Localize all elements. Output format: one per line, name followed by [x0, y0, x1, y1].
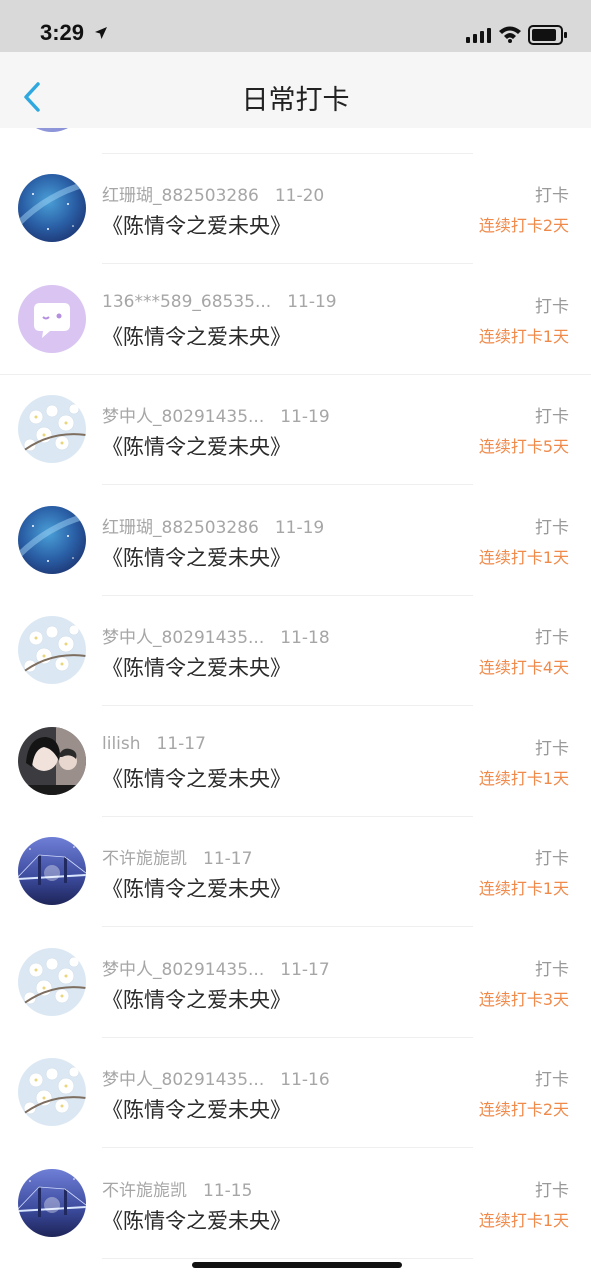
- checkin-type: 打卡: [535, 1070, 569, 1090]
- avatar[interactable]: [18, 395, 86, 463]
- checkin-date: 11-16: [280, 1070, 330, 1090]
- username: 梦中人_80291435...: [102, 628, 265, 648]
- username: 梦中人_80291435...: [102, 959, 265, 980]
- status-bar: 3:29: [0, 0, 591, 52]
- avatar[interactable]: [18, 1168, 86, 1237]
- avatar[interactable]: [18, 947, 86, 1016]
- list-item[interactable]: 红珊瑚_882503286 11-20 《陈情令之爱未央》 打卡连续打卡2天: [0, 154, 591, 264]
- streak-label: 连续打卡4天: [478, 658, 569, 677]
- battery-icon: [528, 25, 567, 45]
- checkin-type: 打卡: [535, 1180, 569, 1201]
- checkin-date: 11-17: [203, 849, 253, 869]
- user-meta: 不许旎旎凯 11-15: [102, 1176, 252, 1201]
- checkin-type: 打卡: [535, 959, 569, 980]
- user-meta: lilish 11-17: [102, 734, 206, 754]
- list-item[interactable]: 梦中人_80291435... 11-17 《陈情令之爱未央》 打卡连续打卡3天: [0, 928, 591, 1038]
- streak-label: 连续打卡1天: [478, 768, 569, 788]
- wifi-icon: [499, 26, 521, 43]
- list-item[interactable]: 梦中人_80291435... 11-19 《陈情令之爱未央》 打卡连续打卡5天: [0, 375, 591, 485]
- checkin-date: 11-18: [280, 628, 330, 648]
- checkin-type: 打卡: [535, 738, 569, 759]
- checkin-date: 11-20: [274, 186, 325, 206]
- username: 不许旎旎凯: [102, 849, 187, 869]
- checkin-date: 11-15: [203, 1180, 253, 1201]
- user-meta: 梦中人_80291435... 11-16: [102, 1065, 330, 1090]
- username: 136***589_68535...: [102, 291, 272, 312]
- user-meta: 红珊瑚_882503286 11-20: [102, 181, 324, 206]
- checkin-type: 打卡: [535, 517, 569, 538]
- checkin-list[interactable]: 红珊瑚_882503286 11-20 《陈情令之爱未央》 打卡 连续打卡2天 136**…: [0, 128, 591, 1280]
- username: 梦中人_80291435...: [102, 407, 265, 427]
- avatar[interactable]: [18, 174, 86, 242]
- book-title: 《陈情令之爱未央》: [102, 656, 291, 680]
- user-meta: 不许旎旎凯 11-17: [102, 844, 252, 869]
- book-title: 《陈情令之爱未央》: [102, 435, 291, 459]
- home-indicator: [192, 1262, 402, 1268]
- nav-bar: 日常打卡: [0, 52, 591, 128]
- list-item[interactable]: 梦中人_80291435... 11-16 《陈情令之爱未央》 打卡连续打卡2天: [0, 1038, 591, 1148]
- streak-label: 连续打卡1天: [478, 879, 569, 898]
- list-item[interactable]: 红珊瑚_882503286 11-19 《陈情令之爱未央》 打卡连续打卡1天: [0, 486, 591, 596]
- book-title: 《陈情令之爱未央》: [102, 214, 291, 238]
- streak-label: 连续打卡1天: [478, 547, 569, 567]
- status-time: 3:29: [40, 20, 85, 45]
- book-title: 《陈情令之爱未央》: [102, 1208, 291, 1233]
- checkin-type: 打卡: [535, 628, 569, 648]
- book-title: 《陈情令之爱未央》: [102, 766, 291, 791]
- location-arrow-icon: [95, 27, 107, 39]
- checkin-date: 11-17: [280, 959, 330, 980]
- checkin-date: 11-19: [280, 407, 330, 427]
- checkin-type: 打卡: [535, 186, 569, 206]
- streak-label: 连续打卡1天: [478, 326, 569, 346]
- page-title: 日常打卡: [241, 85, 350, 116]
- checkin-type: 打卡: [535, 407, 569, 427]
- checkin-type: 打卡: [535, 849, 569, 869]
- streak-label: 连续打卡2天: [478, 216, 569, 235]
- username: 红珊瑚_882503286: [102, 186, 259, 206]
- streak-label: 连续打卡5天: [478, 437, 569, 456]
- divider: [102, 1257, 473, 1259]
- username: 红珊瑚_882503286: [102, 517, 259, 538]
- streak-label: 连续打卡1天: [478, 1210, 569, 1230]
- list-item[interactable]: 不许旎旎凯 11-17 《陈情令之爱未央》 打卡连续打卡1天: [0, 817, 591, 927]
- avatar: [18, 128, 86, 132]
- checkin-type: 打卡: [535, 296, 569, 317]
- list-item[interactable]: 梦中人_80291435... 11-18 《陈情令之爱未央》 打卡连续打卡4天: [0, 596, 591, 706]
- streak-label: 连续打卡3天: [478, 989, 569, 1009]
- list-item: [0, 128, 591, 154]
- checkin-date: 11-17: [156, 733, 206, 754]
- avatar[interactable]: [18, 726, 86, 795]
- book-title: 《陈情令之爱未央》: [102, 1098, 291, 1122]
- book-title: 《陈情令之爱未央》: [102, 877, 291, 901]
- avatar[interactable]: [18, 837, 86, 905]
- avatar[interactable]: [18, 1058, 86, 1126]
- book-title: 《陈情令之爱未央》: [102, 545, 291, 570]
- cellular-signal-icon: [466, 28, 491, 43]
- user-meta: 梦中人_80291435... 11-18: [102, 623, 330, 648]
- avatar[interactable]: [18, 284, 86, 353]
- list-item[interactable]: 不许旎旎凯 11-15 《陈情令之爱未央》 打卡连续打卡1天: [0, 1149, 591, 1259]
- streak-label: 连续打卡2天: [478, 1100, 569, 1119]
- checkin-date: 11-19: [287, 291, 337, 312]
- username: 不许旎旎凯: [102, 1180, 187, 1201]
- user-meta: 136***589_68535... 11-19: [102, 292, 337, 312]
- list-item[interactable]: 136***589_68535... 11-19 《陈情令之爱未央》 打卡连续打卡1天: [0, 265, 591, 375]
- avatar[interactable]: [18, 505, 86, 574]
- book-title: 《陈情令之爱未央》: [102, 324, 291, 349]
- user-meta: 梦中人_80291435... 11-19: [102, 402, 330, 427]
- checkin-date: 11-19: [274, 517, 325, 538]
- user-meta: 梦中人_80291435... 11-17: [102, 955, 330, 980]
- user-meta: 红珊瑚_882503286 11-19: [102, 513, 324, 538]
- username: lilish: [102, 733, 141, 754]
- list-item[interactable]: lilish 11-17 《陈情令之爱未央》 打卡连续打卡1天: [0, 707, 591, 817]
- username: 梦中人_80291435...: [102, 1070, 265, 1090]
- avatar[interactable]: [18, 616, 86, 684]
- book-title: 《陈情令之爱未央》: [102, 987, 291, 1012]
